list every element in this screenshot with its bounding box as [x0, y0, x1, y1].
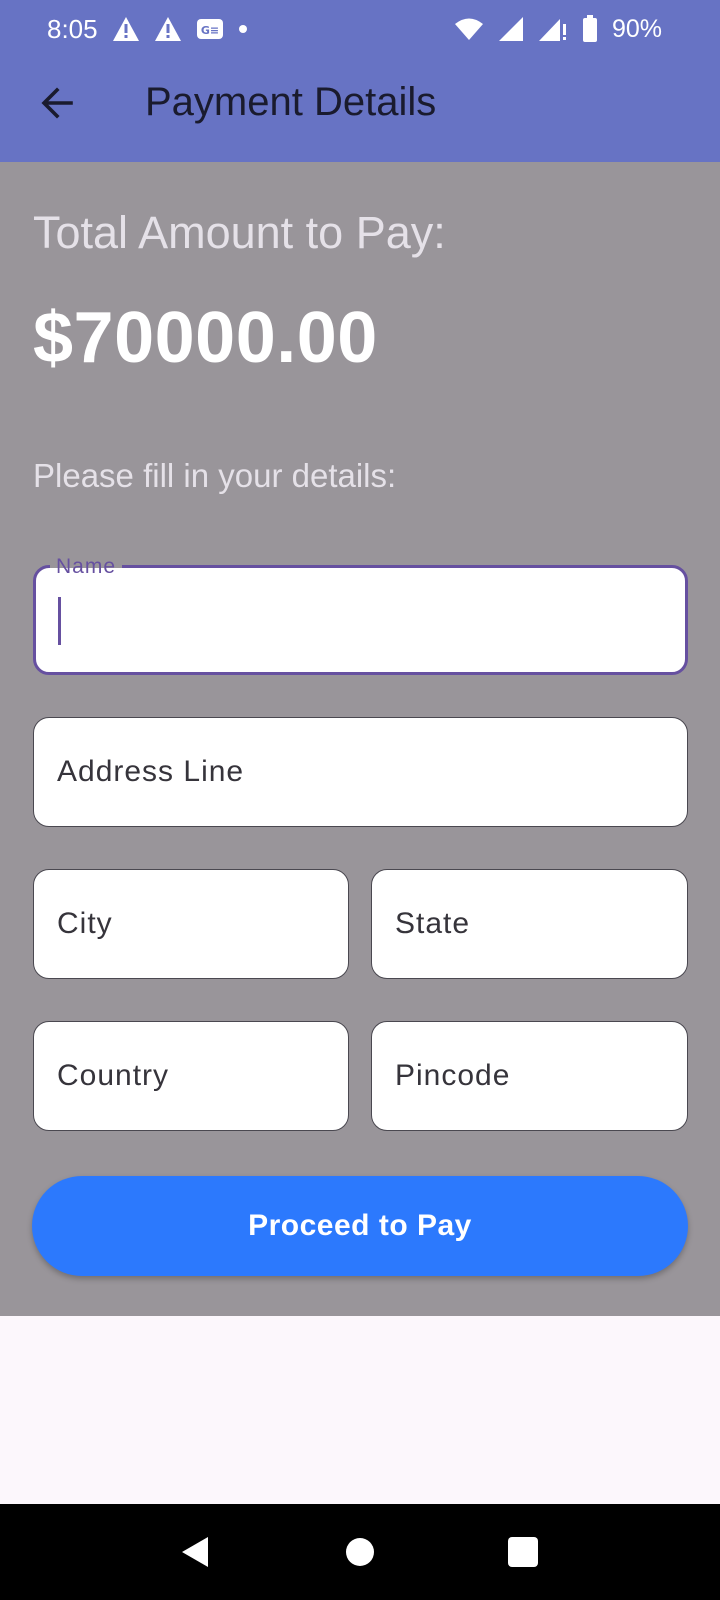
nav-home-button[interactable]: [340, 1532, 380, 1572]
state-placeholder: State: [395, 907, 471, 940]
address-placeholder: Address Line: [57, 755, 245, 788]
back-button[interactable]: [30, 78, 84, 132]
page-title: Payment Details: [145, 80, 437, 124]
signal-icon: [538, 16, 568, 42]
signal-icon: [498, 16, 524, 42]
arrow-left-icon: [38, 84, 76, 127]
app-bar: Payment Details: [0, 58, 720, 162]
svg-text:G≡: G≡: [200, 24, 218, 37]
warning-icon: [154, 16, 182, 42]
state-field[interactable]: State: [371, 869, 688, 979]
country-placeholder: Country: [57, 1059, 170, 1092]
name-field-label: Name: [50, 553, 123, 581]
nav-back-button[interactable]: [177, 1532, 217, 1572]
warning-icon: [112, 16, 140, 42]
city-field[interactable]: City: [33, 869, 349, 979]
country-field[interactable]: Country: [33, 1021, 349, 1131]
news-icon: G≡: [196, 18, 224, 40]
recents-square-icon: [503, 1537, 543, 1576]
status-time: 8:05: [47, 13, 98, 44]
pincode-placeholder: Pincode: [395, 1059, 511, 1092]
city-placeholder: City: [57, 907, 113, 940]
proceed-to-pay-button[interactable]: Proceed to Pay: [32, 1176, 688, 1276]
status-bar: 8:05 G≡ 90%: [0, 0, 720, 58]
back-triangle-icon: [177, 1537, 217, 1576]
fill-prompt: Please fill in your details:: [33, 457, 397, 494]
home-circle-icon: [340, 1538, 380, 1576]
text-cursor: [58, 597, 61, 645]
battery-percent: 90%: [611, 14, 662, 43]
status-right: 90%: [454, 15, 662, 44]
nav-recents-button[interactable]: [503, 1532, 543, 1572]
address-field[interactable]: Address Line: [33, 717, 688, 827]
battery-icon: [582, 15, 598, 43]
dot-icon: [238, 24, 248, 34]
status-left: 8:05 G≡: [47, 14, 248, 45]
wifi-icon: [454, 17, 484, 41]
system-nav-bar: [0, 1504, 720, 1600]
total-label: Total Amount to Pay:: [33, 207, 446, 258]
pincode-field[interactable]: Pincode: [371, 1021, 688, 1131]
total-amount: $70000.00: [33, 298, 378, 378]
payment-form-area: Total Amount to Pay: $70000.00 Please fi…: [0, 162, 720, 1316]
name-field[interactable]: Name: [33, 553, 688, 675]
